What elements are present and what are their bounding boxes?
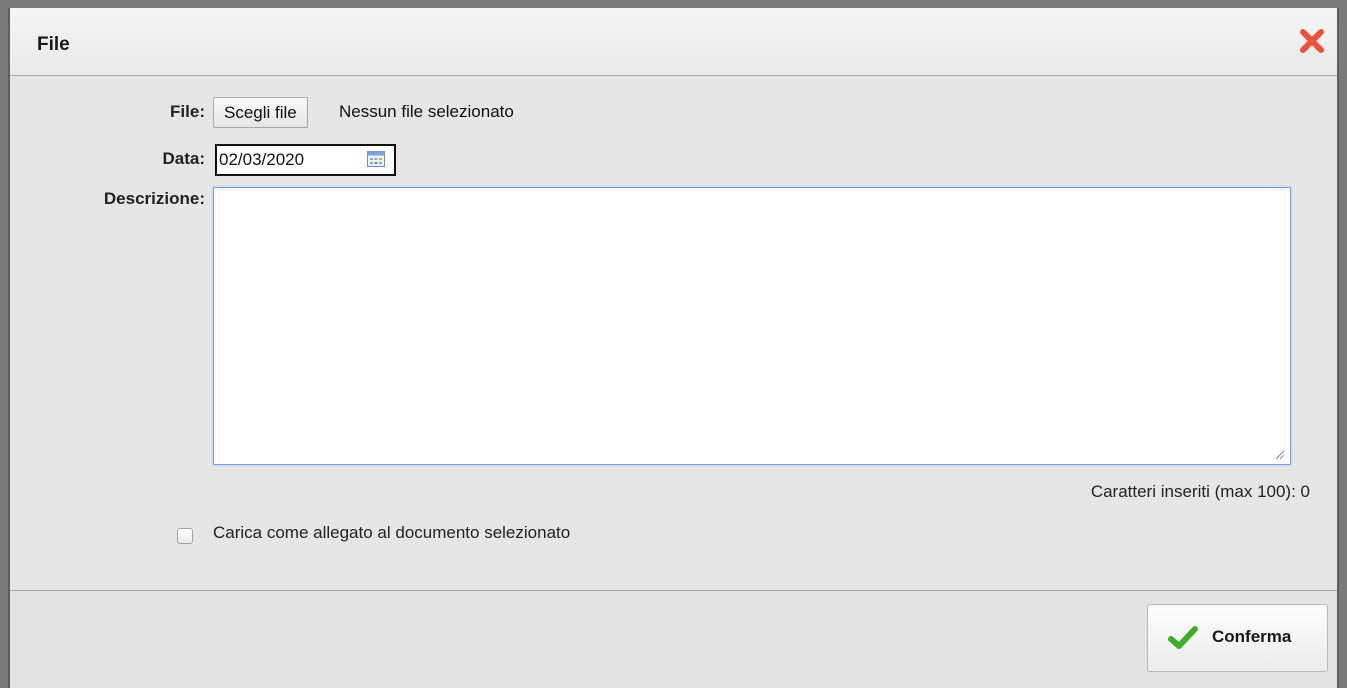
close-icon[interactable] [1299,28,1325,54]
date-input[interactable] [219,148,359,172]
resize-grip-icon[interactable] [1273,448,1285,460]
attach-checkbox-label[interactable]: Carica come allegato al documento selezi… [213,523,570,543]
dialog-title: File [37,34,70,55]
file-label: File: [170,102,205,121]
confirm-button[interactable]: Conferma [1147,604,1328,672]
attach-checkbox[interactable] [177,528,193,544]
character-counter: Caratteri inseriti (max 100): 0 [1090,482,1310,501]
checkmark-icon [1168,626,1198,649]
description-textarea[interactable] [213,187,1291,465]
calendar-icon[interactable] [367,151,385,167]
dialog-titlebar: File [10,8,1337,76]
dialog-footer: Conferma [10,590,1337,688]
file-dialog: File File: Scegli file Nessun file selez… [8,8,1339,688]
description-label: Descrizione: [103,189,205,208]
choose-file-button[interactable]: Scegli file [213,97,308,128]
confirm-label: Conferma [1212,627,1292,646]
file-status-text: Nessun file selezionato [339,102,514,121]
date-label: Data: [162,149,205,168]
date-field[interactable] [215,144,396,176]
